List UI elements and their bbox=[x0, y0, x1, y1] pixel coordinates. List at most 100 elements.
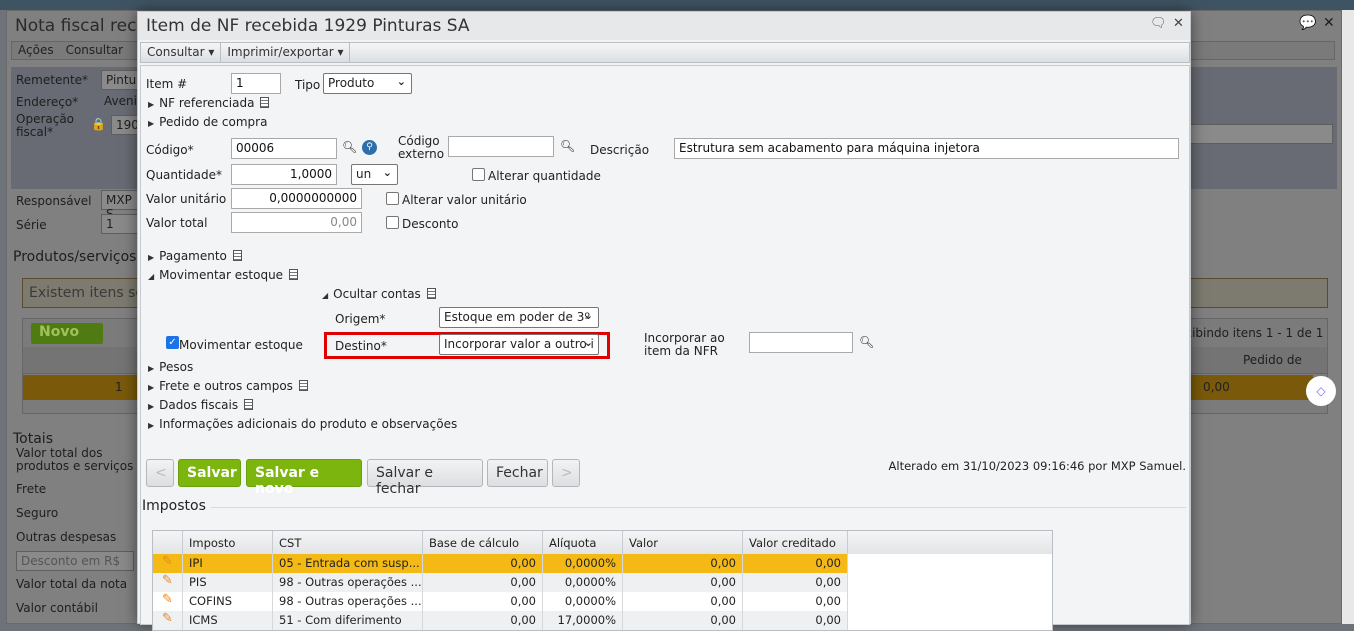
col-aliquota[interactable]: Alíquota bbox=[543, 531, 623, 554]
cell: 0,00 bbox=[743, 573, 848, 592]
item-number-input[interactable]: 1 bbox=[231, 73, 281, 94]
destino-select[interactable]: Incorporar valor a outro i ⌄ bbox=[439, 334, 599, 355]
edit-pencil-icon[interactable]: ✎ bbox=[153, 592, 183, 611]
col-valor-creditado[interactable]: Valor creditado bbox=[743, 531, 848, 554]
bg-frete: Frete bbox=[16, 482, 47, 496]
bg-novo-button[interactable]: Novo bbox=[31, 323, 103, 344]
menu-imprimir-exportar[interactable]: Imprimir/exportar ▾ bbox=[221, 43, 351, 62]
bg-serie-field[interactable]: 1 bbox=[101, 214, 141, 234]
bg-seguro: Seguro bbox=[16, 506, 59, 520]
desconto-label: Desconto bbox=[402, 217, 459, 231]
cell: ICMS bbox=[183, 611, 273, 630]
edit-pencil-icon[interactable]: ✎ bbox=[153, 573, 183, 592]
search-icon[interactable]: 🔍︎ bbox=[342, 140, 357, 154]
item-dialog: Item de NF recebida 1929 Pinturas SA 🗨 ✕… bbox=[137, 11, 1191, 631]
cell: 98 - Outras operações ... bbox=[273, 573, 423, 592]
section-pesos[interactable]: ▶ Pesos bbox=[148, 360, 193, 374]
edit-pencil-icon[interactable]: ✎ bbox=[153, 611, 183, 630]
search-icon[interactable]: 🔍︎ bbox=[859, 335, 874, 349]
section-movimentar-estoque[interactable]: ◢ Movimentar estoque bbox=[148, 268, 299, 282]
bg-menu-acoes[interactable]: Ações bbox=[12, 42, 60, 59]
quantidade-input[interactable]: 1,0000 bbox=[231, 164, 337, 185]
bg-responsavel-field[interactable]: MXP S bbox=[101, 190, 141, 221]
col-valor[interactable]: Valor bbox=[623, 531, 743, 554]
section-pedido-compra[interactable]: ▶ Pedido de compra bbox=[148, 115, 267, 129]
codigo-externo-input[interactable] bbox=[448, 136, 554, 157]
alterar-valor-unitario-checkbox[interactable] bbox=[386, 192, 399, 205]
col-imposto[interactable]: Imposto bbox=[183, 531, 273, 554]
bg-comment-icon[interactable]: 💬 bbox=[1299, 15, 1316, 31]
cell: 0,00 bbox=[743, 592, 848, 611]
cell: 0,0000% bbox=[543, 554, 623, 573]
quantidade-label: Quantidade* bbox=[146, 168, 223, 182]
cell: 0,00 bbox=[423, 592, 543, 611]
close-icon[interactable]: ✕ bbox=[1173, 16, 1184, 31]
bg-responsavel-label: Responsável bbox=[16, 194, 92, 208]
page-scrollbar[interactable] bbox=[1342, 10, 1354, 624]
altered-info: Alterado em 31/10/2023 09:16:46 por MXP … bbox=[888, 459, 1186, 473]
cell: 0,00 bbox=[423, 554, 543, 573]
bg-close-icon[interactable]: ✕ bbox=[1323, 15, 1335, 31]
valor-unitario-input[interactable]: 0,0000000000 bbox=[231, 188, 362, 209]
section-frete[interactable]: ▶ Frete e outros campos bbox=[148, 379, 308, 393]
valor-unitario-label: Valor unitário bbox=[146, 192, 227, 206]
alterar-quantidade-checkbox[interactable] bbox=[472, 168, 485, 181]
section-nf-referenciada[interactable]: ▶ NF referenciada bbox=[148, 96, 270, 110]
table-row[interactable]: ✎ COFINS 98 - Outras operações ... 0,00 0,00… bbox=[153, 592, 1052, 611]
comment-icon[interactable]: 🗨 bbox=[1150, 16, 1167, 31]
origem-select[interactable]: Estoque em poder de 3º ⌄ bbox=[439, 307, 599, 328]
incorporar-input[interactable] bbox=[749, 332, 853, 353]
cell: 0,00 bbox=[423, 611, 543, 630]
document-icon bbox=[289, 269, 299, 280]
table-row[interactable]: ✎ ICMS 51 - Com diferimento 0,00 17,0000% 0,0… bbox=[153, 611, 1052, 630]
caret-right-icon: ▶ bbox=[148, 364, 155, 373]
edit-pencil-icon[interactable]: ✎ bbox=[153, 554, 183, 573]
bg-desconto-select[interactable]: Desconto em R$ bbox=[16, 551, 134, 571]
table-row[interactable]: ✎ IPI 05 - Entrada com susp... 0,00 0,0000% 0… bbox=[153, 554, 1052, 573]
section-informacoes-adicionais[interactable]: ▶ Informações adicionais do produto e obs… bbox=[148, 417, 457, 431]
col-base[interactable]: Base de cálculo bbox=[423, 531, 543, 554]
previous-button[interactable]: < bbox=[146, 459, 174, 487]
impostos-title: Impostos bbox=[142, 498, 206, 514]
valor-total-input[interactable]: 0,00 bbox=[231, 212, 362, 233]
bg-remetente-label: Remetente* bbox=[16, 73, 89, 87]
cell: COFINS bbox=[183, 592, 273, 611]
unidade-select[interactable]: un ⌄ bbox=[351, 164, 398, 185]
bg-window-title: Nota fiscal rece bbox=[15, 16, 147, 36]
movimentar-estoque-checkbox[interactable]: ✓ bbox=[166, 336, 179, 349]
clickup-widget-icon[interactable]: ◇ bbox=[1306, 376, 1336, 406]
close-button[interactable]: Fechar bbox=[487, 459, 548, 487]
save-and-new-button[interactable]: Salvar e novo bbox=[246, 459, 362, 497]
bg-products-title: Produtos/serviços bbox=[13, 249, 137, 265]
bg-row-number: 1 bbox=[115, 380, 123, 394]
bg-total-nota: Valor total da nota bbox=[16, 577, 128, 591]
destino-label: Destino* bbox=[335, 339, 387, 353]
tipo-select[interactable]: Produto ⌄ bbox=[323, 73, 412, 94]
cell: 51 - Com diferimento bbox=[273, 611, 423, 630]
next-button[interactable]: > bbox=[552, 459, 580, 487]
menu-consultar[interactable]: Consultar ▾ bbox=[141, 43, 222, 62]
save-button[interactable]: Salvar bbox=[178, 459, 241, 487]
section-dados-fiscais[interactable]: ▶ Dados fiscais bbox=[148, 398, 254, 412]
bg-menu-consultar[interactable]: Consultar bbox=[60, 42, 130, 59]
bg-remetente-field[interactable]: Pintur bbox=[101, 70, 141, 90]
item-label: Item # bbox=[146, 77, 188, 91]
codigo-input[interactable]: 00006 bbox=[231, 138, 337, 159]
chevron-down-icon: ⌄ bbox=[396, 75, 406, 88]
bg-pagination: xibindo itens 1 - 1 de 1 bbox=[1185, 326, 1324, 340]
section-ocultar-contas[interactable]: ◢ Ocultar contas bbox=[322, 287, 436, 301]
bg-total-produtos: Valor total dos produtos e serviços bbox=[16, 446, 134, 473]
cell: 0,00 bbox=[623, 611, 743, 630]
search-icon[interactable]: 🔍︎ bbox=[560, 139, 575, 153]
caret-right-icon: ▶ bbox=[148, 421, 155, 430]
desconto-checkbox[interactable] bbox=[386, 216, 399, 229]
table-row[interactable]: ✎ PIS 98 - Outras operações ... 0,00 0,0000%… bbox=[153, 573, 1052, 592]
descricao-input[interactable]: Estrutura sem acabamento para máquina in… bbox=[674, 138, 1179, 159]
save-and-close-button[interactable]: Salvar e fechar bbox=[367, 459, 483, 497]
section-pagamento[interactable]: ▶ Pagamento bbox=[148, 249, 242, 263]
cell: 0,00 bbox=[743, 554, 848, 573]
alterar-valor-unitario-label: Alterar valor unitário bbox=[402, 193, 527, 207]
key-icon[interactable]: ⚲ bbox=[362, 140, 377, 155]
col-cst[interactable]: CST bbox=[273, 531, 423, 554]
origem-label: Origem* bbox=[335, 312, 386, 326]
